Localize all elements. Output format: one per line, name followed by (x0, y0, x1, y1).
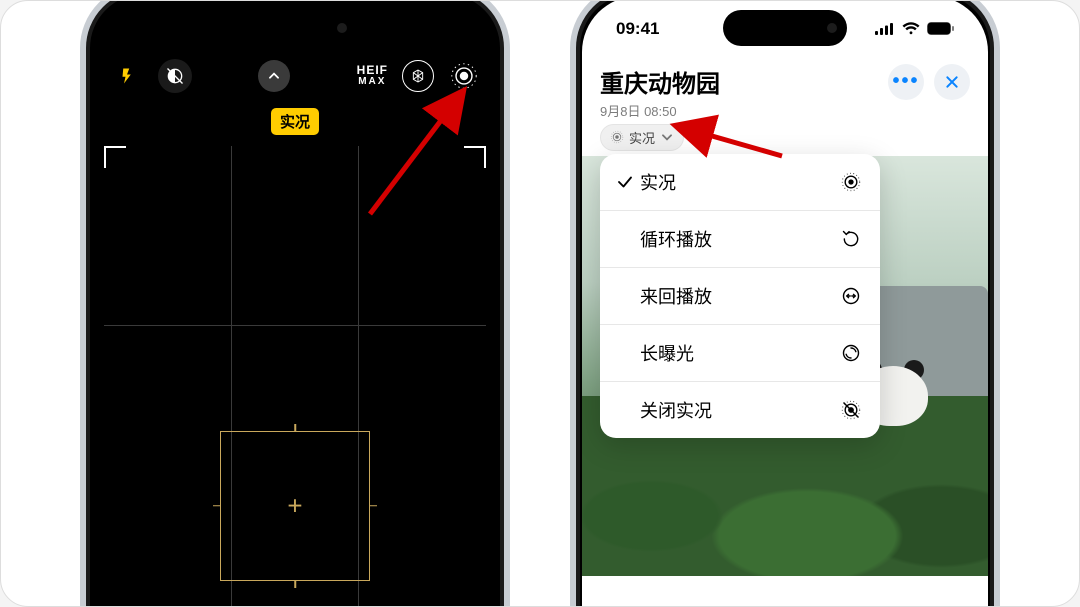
menu-item-label: 循环播放 (640, 226, 712, 252)
live-badge-label: 实况 (280, 111, 310, 132)
menu-item-label: 实况 (640, 169, 676, 195)
photo-title: 重庆动物园 (600, 64, 720, 99)
photographic-styles-button[interactable] (402, 60, 434, 92)
phone-vol-up (570, 194, 573, 254)
phone-power (997, 200, 1000, 294)
live-photo-icon (449, 61, 479, 91)
menu-item-label: 来回播放 (640, 283, 712, 309)
live-pill-label: 实况 (629, 128, 655, 147)
long-exposure-icon (840, 342, 862, 364)
live-off-icon (840, 399, 862, 421)
bounce-icon (840, 285, 862, 307)
live-pill-icon (610, 130, 624, 144)
battery-icon (927, 22, 954, 35)
hex-grid-icon (410, 68, 426, 84)
flash-icon (118, 67, 136, 85)
photo-header: 重庆动物园 9月8日 08:50 ••• (582, 64, 988, 120)
format-top-label: HEIF (357, 64, 388, 76)
cellular-icon (875, 23, 895, 35)
loop-icon (840, 228, 862, 250)
night-mode-off-button[interactable] (158, 59, 192, 93)
camera-app: HEIF MAX 实况 (92, 0, 498, 607)
check-icon (616, 173, 634, 191)
night-off-icon (165, 66, 185, 86)
more-button[interactable]: ••• (888, 64, 924, 100)
grid-line (104, 325, 486, 326)
menu-item-long-exposure[interactable]: 长曝光 (600, 325, 880, 382)
focus-plus-icon: + (287, 490, 302, 521)
viewfinder[interactable]: + (104, 146, 486, 607)
format-sub-label: MAX (358, 76, 386, 88)
comparison-canvas: HEIF MAX 实况 (0, 0, 1080, 607)
menu-item-bounce[interactable]: 来回播放 (600, 268, 880, 325)
live-effect-menu: 实况 循环播放 来回播放 (600, 154, 880, 438)
chevron-up-icon (267, 69, 281, 83)
menu-item-live[interactable]: 实况 (600, 154, 880, 211)
photos-app: 09:41 重庆动物园 9月8日 08:50 ••• (582, 0, 988, 607)
live-effect-pill[interactable]: 实况 (600, 124, 684, 151)
photo-date: 9月8日 08:50 (600, 101, 720, 120)
phone-mute-switch (80, 140, 83, 174)
status-time: 09:41 (616, 19, 659, 39)
more-icon: ••• (892, 70, 919, 93)
menu-item-live-off[interactable]: 关闭实况 (600, 382, 880, 438)
dynamic-island (233, 10, 357, 46)
chevron-down-icon (660, 130, 674, 144)
expand-controls-button[interactable] (258, 60, 290, 92)
phone-vol-down (80, 266, 83, 326)
close-icon (944, 74, 960, 90)
phone-mute-switch (570, 140, 573, 174)
menu-item-loop[interactable]: 循环播放 (600, 211, 880, 268)
close-button[interactable] (934, 64, 970, 100)
frame-corner (104, 146, 126, 168)
menu-item-label: 关闭实况 (640, 397, 712, 423)
phone-vol-down (570, 266, 573, 326)
live-photo-button[interactable] (448, 60, 480, 92)
status-bar: 09:41 (582, 14, 988, 44)
live-badge: 实况 (271, 108, 319, 135)
menu-item-label: 长曝光 (640, 340, 694, 366)
focus-indicator: + (220, 431, 370, 581)
live-target-icon (840, 171, 862, 193)
flash-button[interactable] (110, 59, 144, 93)
phone-vol-up (80, 194, 83, 254)
frame-corner (464, 146, 486, 168)
wifi-icon (902, 22, 920, 35)
camera-top-toolbar: HEIF MAX (92, 56, 498, 96)
phone-camera: HEIF MAX 实况 (80, 0, 510, 607)
format-indicator[interactable]: HEIF MAX (357, 64, 388, 88)
phone-photos: 09:41 重庆动物园 9月8日 08:50 ••• (570, 0, 1000, 607)
phone-power (507, 200, 510, 294)
